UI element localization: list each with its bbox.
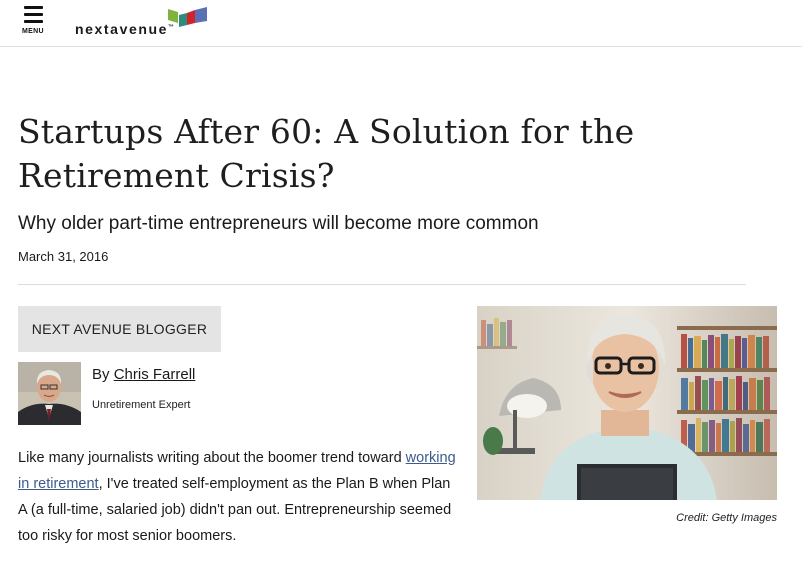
author-avatar[interactable] bbox=[18, 362, 81, 425]
author-role: Unretirement Expert bbox=[92, 399, 191, 411]
article-date: March 31, 2016 bbox=[18, 249, 109, 264]
logo-wordmark: nextavenue™ bbox=[75, 21, 175, 37]
author-link[interactable]: Chris Farrell bbox=[114, 366, 196, 383]
site-header: MENU nextavenue™ bbox=[0, 0, 802, 47]
hero-image bbox=[477, 306, 777, 500]
article-subtitle: Why older part-time entrepreneurs will b… bbox=[18, 213, 539, 234]
divider bbox=[18, 284, 746, 285]
logo-mark-icon bbox=[168, 7, 207, 27]
hamburger-icon bbox=[24, 6, 43, 23]
article-body: Like many journalists writing about the … bbox=[18, 450, 456, 544]
blogger-tag[interactable]: NEXT AVENUE BLOGGER bbox=[18, 306, 221, 352]
menu-button[interactable]: MENU bbox=[20, 4, 50, 40]
menu-label: MENU bbox=[22, 28, 44, 35]
article-title: Startups After 60: A Solution for the Re… bbox=[18, 112, 635, 195]
image-credit: Credit: Getty Images bbox=[676, 512, 777, 524]
site-logo[interactable]: nextavenue™ bbox=[75, 6, 215, 40]
byline: By Chris Farrell bbox=[92, 366, 196, 383]
